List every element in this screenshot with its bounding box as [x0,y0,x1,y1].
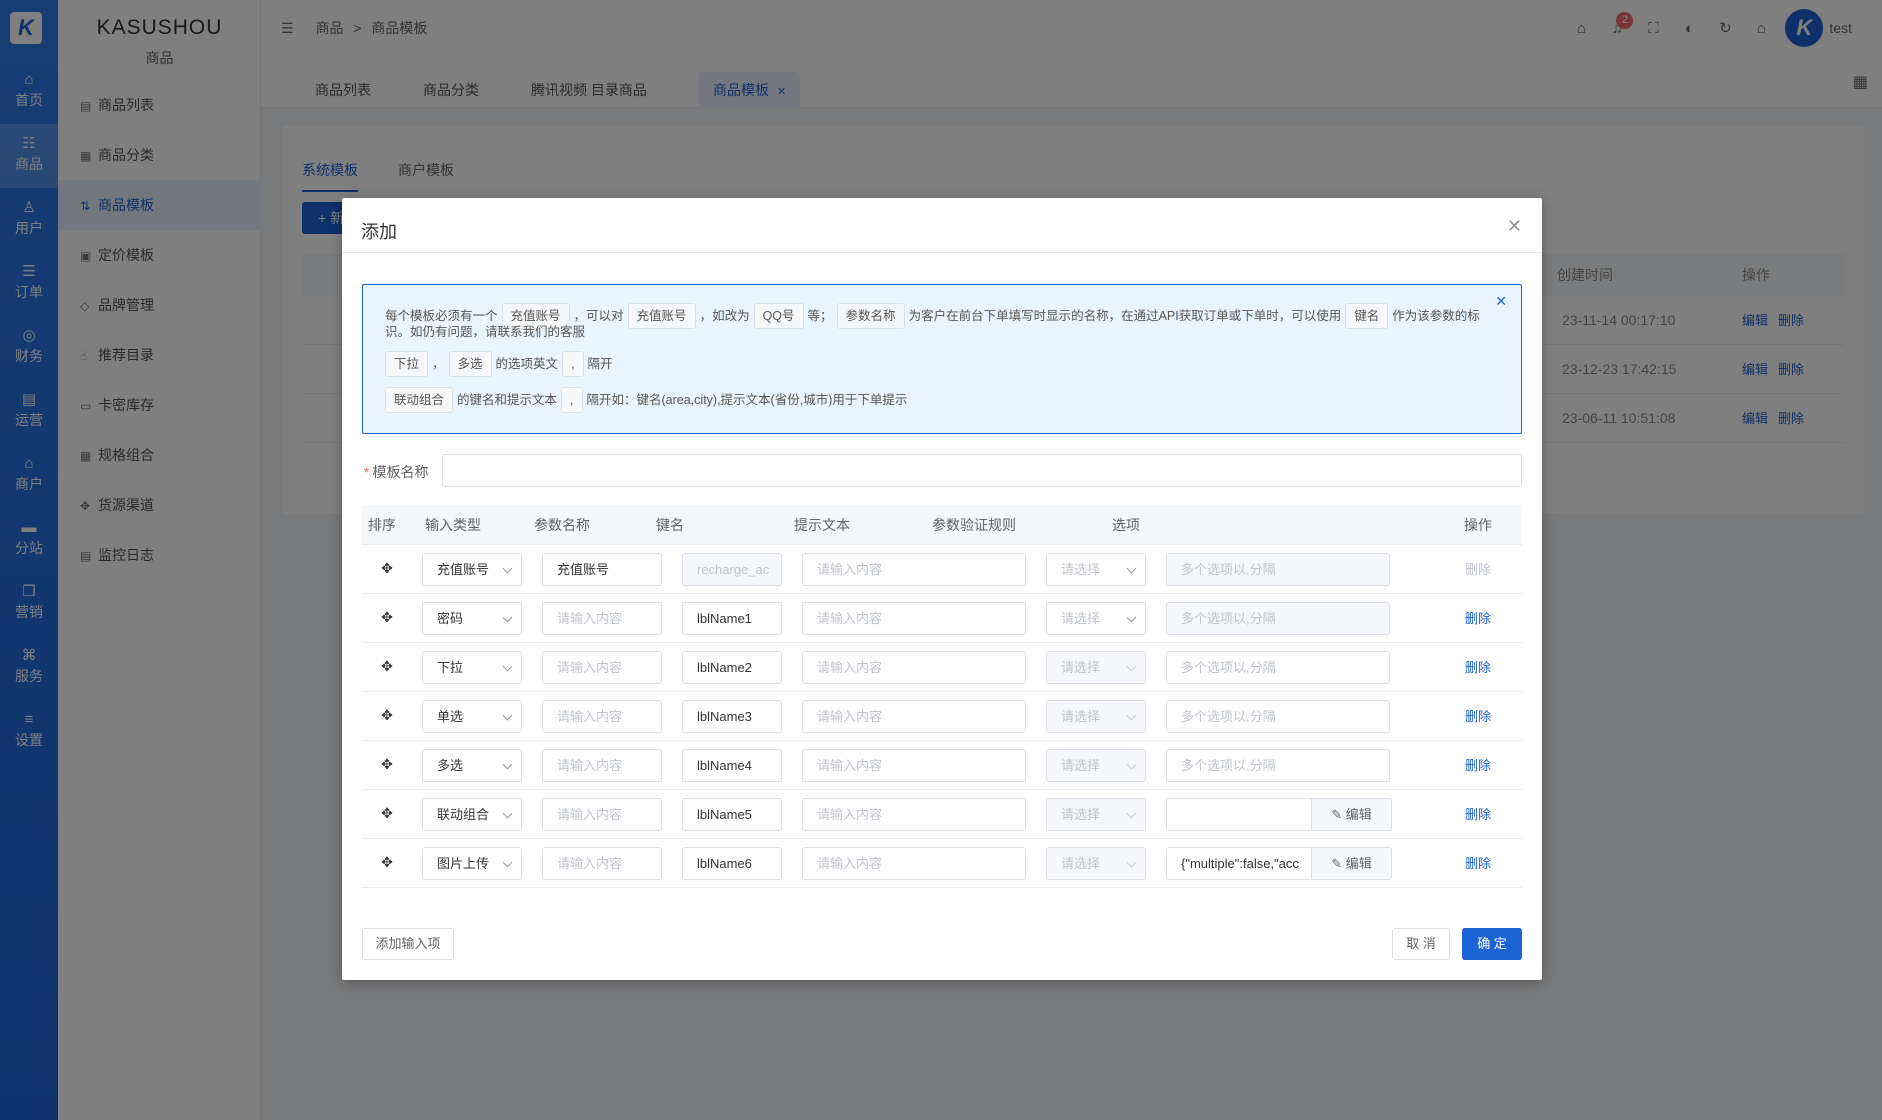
hint-input[interactable]: 请输入内容 [802,553,1026,586]
delete-link[interactable]: 删除 [1448,755,1508,774]
delete-link[interactable]: 删除 [1448,608,1508,627]
option-input[interactable]: 多个选项以,分隔 [1166,700,1390,733]
drag-handle-icon[interactable]: ✥ [378,805,396,822]
col-key: 键名 [656,517,684,533]
option-input[interactable] [1166,798,1312,831]
option-input[interactable]: 多个选项以,分隔 [1166,651,1390,684]
table-row: ✥ 密码 请输入内容 lblName1 请输入内容 请选择 多个选项以,分隔 删… [362,594,1522,643]
delete-link[interactable]: 删除 [1448,657,1508,676]
edit-label: 编辑 [1345,856,1372,871]
confirm-button[interactable]: 确 定 [1462,928,1522,960]
hint-input[interactable]: 请输入内容 [802,749,1026,782]
option-input: 多个选项以,分隔 [1166,553,1390,586]
col-sort: 排序 [368,517,396,533]
col-hint: 提示文本 [794,517,850,533]
drag-handle-icon[interactable]: ✥ [378,560,396,577]
type-select[interactable]: 密码 [422,602,522,635]
table-row: ✥ 联动组合 请输入内容 lblName5 请输入内容 请选择 ✎ 编辑 删除 [362,790,1522,839]
rule-select: 请选择 [1046,749,1146,782]
param-name-input[interactable]: 请输入内容 [542,651,662,684]
hint-input[interactable]: 请输入内容 [802,602,1026,635]
key-input[interactable]: lblName1 [682,602,782,635]
option-input[interactable]: {"multiple":false,"acc [1166,847,1312,880]
template-name-input[interactable] [442,454,1522,487]
key-input[interactable]: lblName3 [682,700,782,733]
delete-link: 删除 [1464,562,1491,577]
param-name-input[interactable]: 请输入内容 [542,798,662,831]
delete-link[interactable]: 删除 [1448,706,1508,725]
close-icon[interactable]: ✕ [1495,293,1507,310]
key-input[interactable]: lblName5 [682,798,782,831]
hint-input[interactable]: 请输入内容 [802,651,1026,684]
rule-select[interactable]: 请选择 [1046,553,1146,586]
param-name-input[interactable]: 请输入内容 [542,847,662,880]
option-input: 多个选项以,分隔 [1166,602,1390,635]
rule-select: 请选择 [1046,700,1146,733]
col-option: 选项 [1112,517,1140,533]
hint-input[interactable]: 请输入内容 [802,847,1026,880]
delete-link[interactable]: 删除 [1448,853,1508,872]
alert-line: 识。如仍有问题，请联系我们的客服 [385,325,586,339]
template-name-label: * 模板名称 [364,464,429,480]
type-select[interactable]: 下拉 [422,651,522,684]
edit-label: 编辑 [1345,807,1372,822]
table-row: ✥ 图片上传 请输入内容 lblName6 请输入内容 请选择 {"multip… [362,839,1522,888]
divider [342,252,1542,253]
cancel-button[interactable]: 取 消 [1392,928,1450,960]
type-select[interactable]: 多选 [422,749,522,782]
table-header: 排序 输入类型 参数名称 键名 提示文本 参数验证规则 选项 操作 [362,505,1522,545]
drag-handle-icon[interactable]: ✥ [378,707,396,724]
col-op: 操作 [1464,517,1492,533]
edit-option-button[interactable]: ✎ 编辑 [1312,798,1392,831]
hint-input[interactable]: 请输入内容 [802,798,1026,831]
drag-handle-icon[interactable]: ✥ [378,658,396,675]
table-row: ✥ 多选 请输入内容 lblName4 请输入内容 请选择 多个选项以,分隔 删… [362,741,1522,790]
table-row: ✥ 充值账号 充值账号 recharge_ac 请输入内容 请选择 多个选项以,… [362,545,1522,594]
key-input[interactable]: lblName6 [682,847,782,880]
add-template-dialog: 添加 ✕ 每个模板必须有一个 充值账号 ，可以对 充值账号 ，如改为 QQ号 等； 参数名称为… [342,198,1542,980]
col-type: 输入类型 [425,517,481,533]
close-icon[interactable]: ✕ [1507,216,1522,237]
param-name-input[interactable]: 请输入内容 [542,602,662,635]
option-input[interactable]: 多个选项以,分隔 [1166,749,1390,782]
pencil-icon: ✎ [1331,856,1346,871]
delete-link[interactable]: 删除 [1448,804,1508,823]
edit-option-button[interactable]: ✎ 编辑 [1312,847,1392,880]
pencil-icon: ✎ [1331,807,1346,822]
alert-line: 下拉，多选 的选项英文, 隔开 [385,351,613,377]
type-select[interactable]: 充值账号 [422,553,522,586]
drag-handle-icon[interactable]: ✥ [378,756,396,773]
table-row: ✥ 下拉 请输入内容 lblName2 请输入内容 请选择 多个选项以,分隔 删… [362,643,1522,692]
rule-select[interactable]: 请选择 [1046,602,1146,635]
type-select[interactable]: 联动组合 [422,798,522,831]
col-param-name: 参数名称 [534,517,590,533]
alert-line: 联动组合 的键名和提示文本, 隔开如：键名(area,city),提示文本(省份,城… [385,387,907,413]
key-input: recharge_ac [682,553,782,586]
drag-handle-icon[interactable]: ✥ [378,854,396,871]
rule-select: 请选择 [1046,798,1146,831]
hint-input[interactable]: 请输入内容 [802,700,1026,733]
add-input-button[interactable]: 添加输入项 [362,928,454,960]
info-alert: 每个模板必须有一个 充值账号 ，可以对 充值账号 ，如改为 QQ号 等； 参数名称 为客户在前台… [362,284,1522,434]
key-input[interactable]: lblName4 [682,749,782,782]
param-name-input[interactable]: 充值账号 [542,553,662,586]
table-row: ✥ 单选 请输入内容 lblName3 请输入内容 请选择 多个选项以,分隔 删… [362,692,1522,741]
rule-select: 请选择 [1046,651,1146,684]
drag-handle-icon[interactable]: ✥ [378,609,396,626]
param-name-input[interactable]: 请输入内容 [542,749,662,782]
col-rule: 参数验证规则 [932,517,1016,533]
key-input[interactable]: lblName2 [682,651,782,684]
type-select[interactable]: 图片上传 [422,847,522,880]
dialog-title: 添加 [361,222,397,242]
rule-select: 请选择 [1046,847,1146,880]
type-select[interactable]: 单选 [422,700,522,733]
param-name-input[interactable]: 请输入内容 [542,700,662,733]
